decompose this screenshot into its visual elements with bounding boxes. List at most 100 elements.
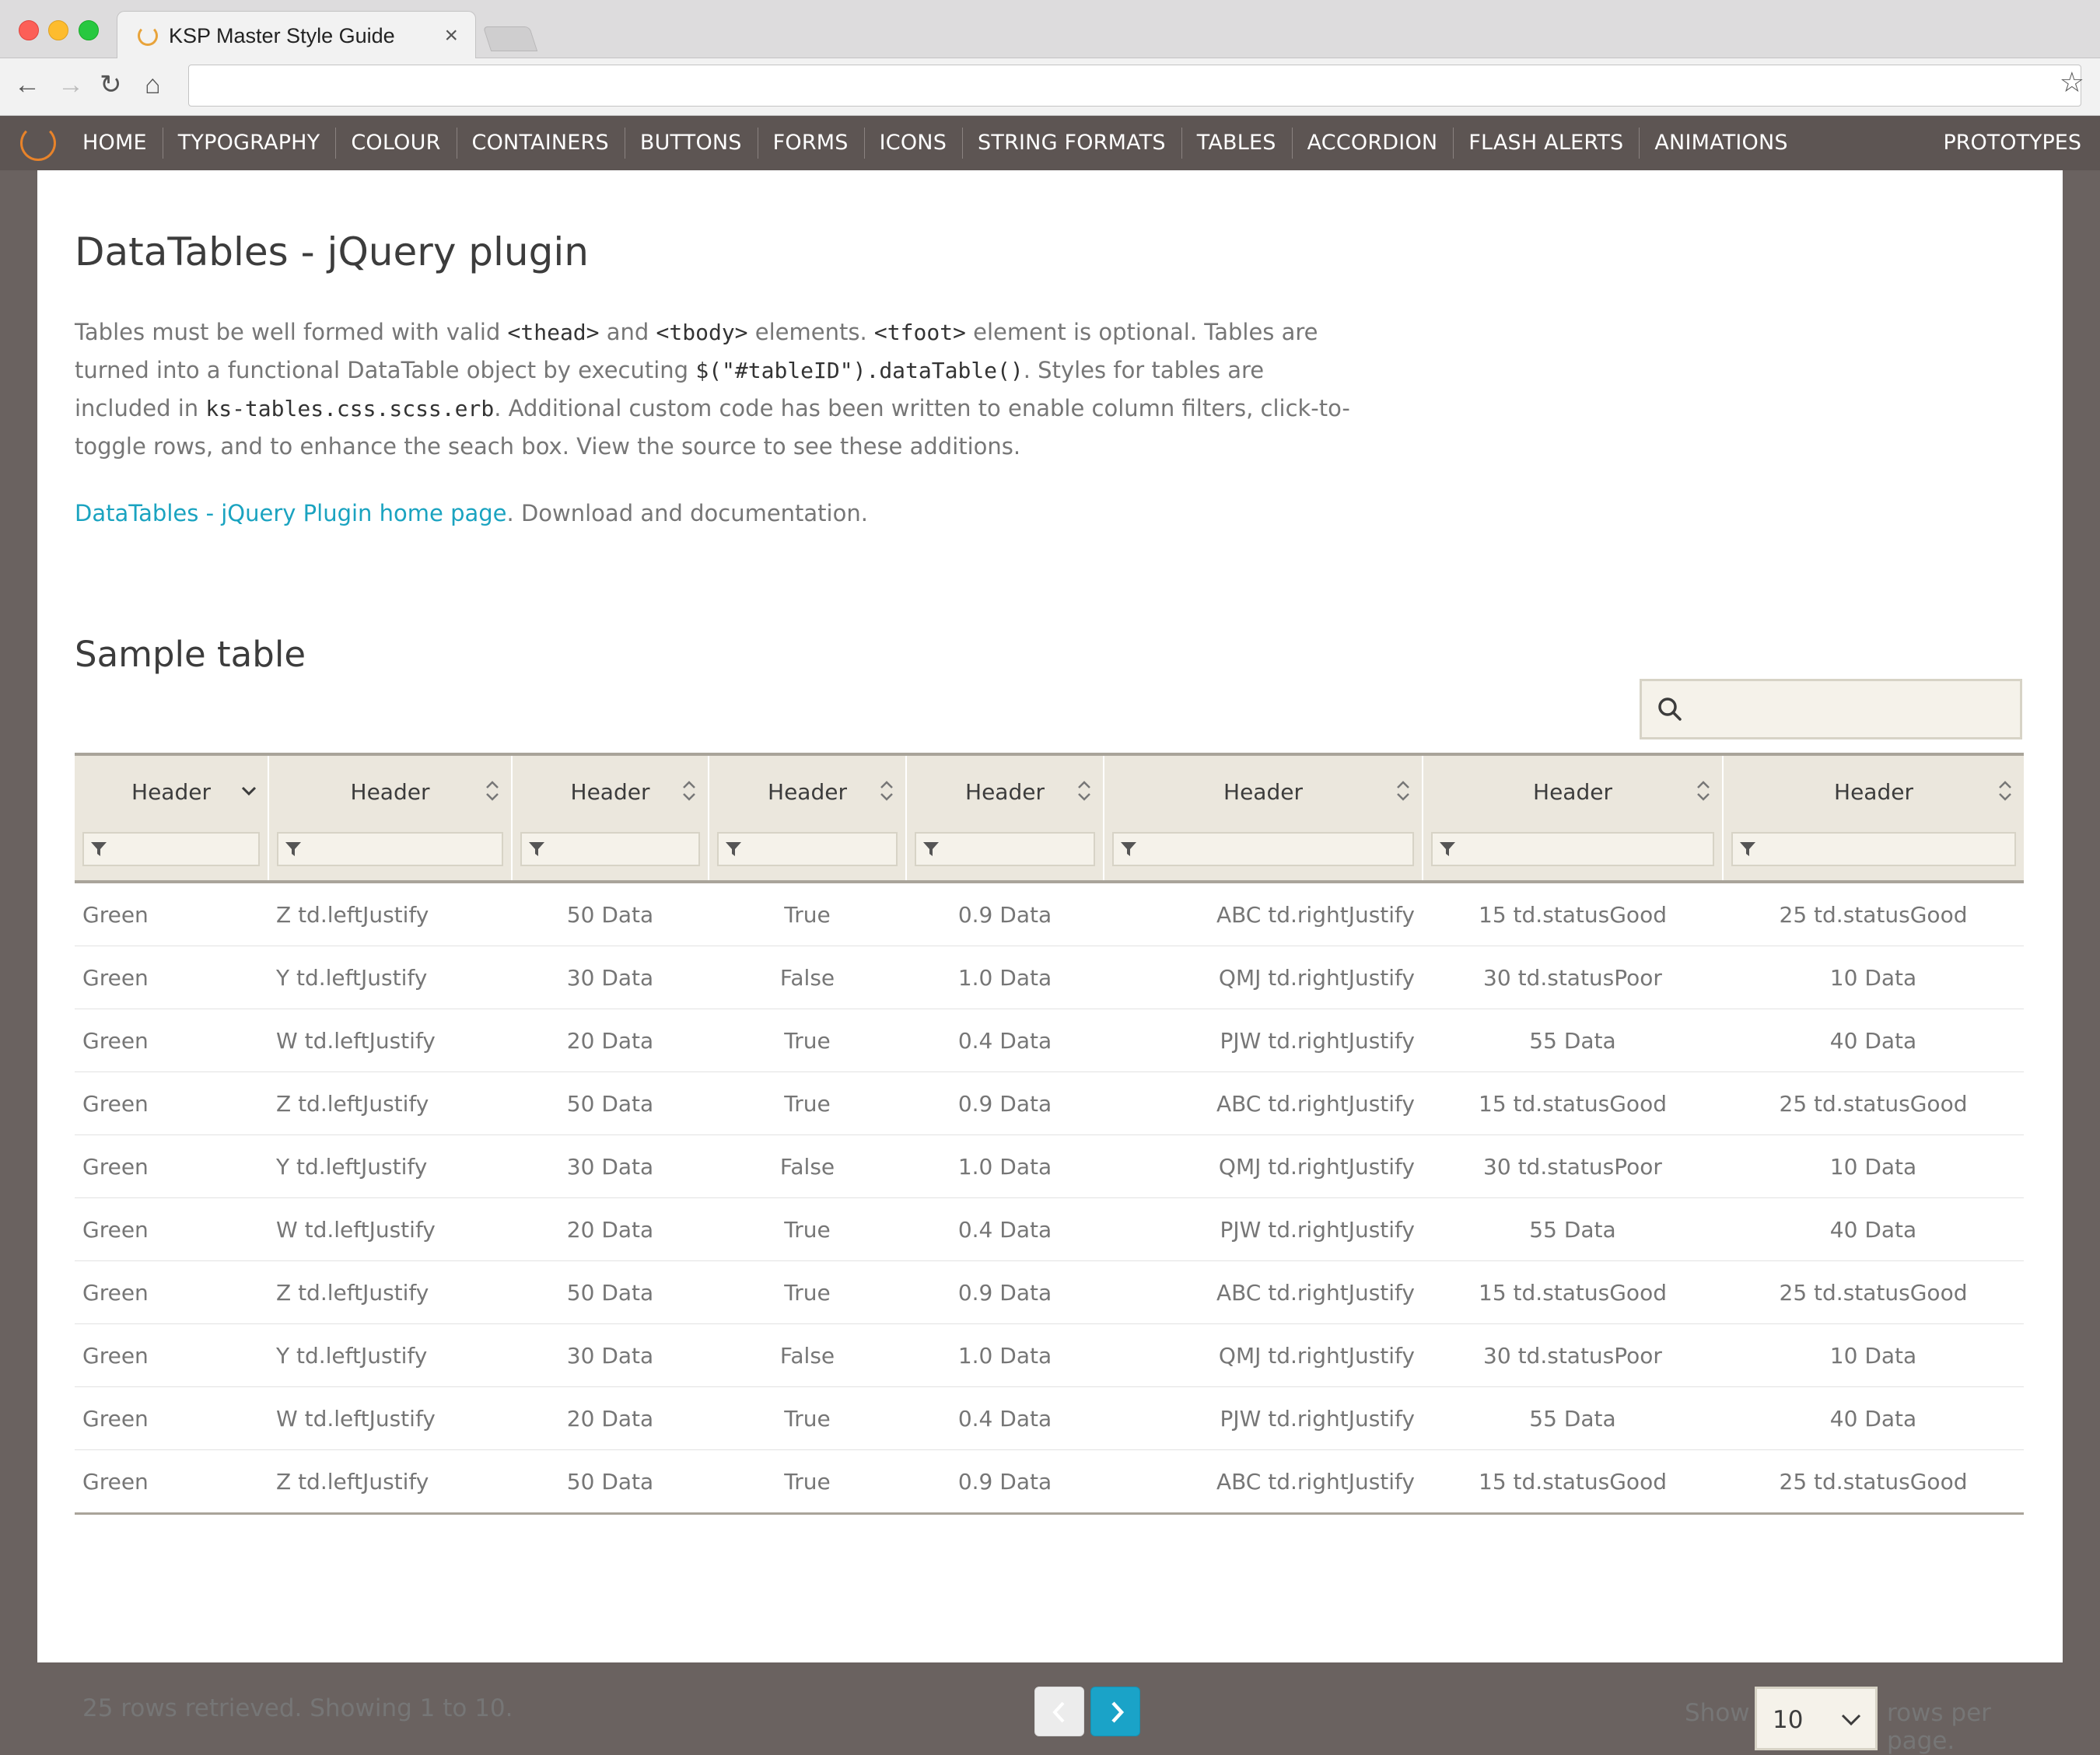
filter-icon (91, 842, 107, 856)
nav-link-string-formats[interactable]: STRING FORMATS (962, 116, 1181, 170)
table-cell: Z td.leftJustify (268, 1260, 512, 1324)
column-filter-input[interactable] (915, 832, 1095, 866)
table-cell: 30 Data (512, 1134, 709, 1198)
column-header[interactable]: Header (906, 753, 1104, 883)
column-filter-input[interactable] (82, 832, 260, 866)
home-icon[interactable]: ⌂ (145, 69, 161, 100)
nav-link-prototypes[interactable]: PROTOTYPES (1943, 116, 2081, 170)
table-row[interactable]: Green Y td.leftJustify 30 Data False 1.0 Dat… (75, 1323, 2024, 1387)
table-cell: 25 td.statusGood (1723, 882, 2024, 946)
table-row[interactable]: Green Z td.leftJustify 50 Data True 0.9 Data… (75, 1449, 2024, 1515)
nav-link-flash-alerts[interactable]: FLASH ALERTS (1453, 116, 1639, 170)
table-cell: ABC td.rightJustify (1104, 1260, 1423, 1324)
minimize-window-button[interactable] (48, 20, 68, 40)
nav-link-typography[interactable]: TYPOGRAPHY (162, 116, 336, 170)
code-stylesheet: ks-tables.css.scss.erb (205, 396, 495, 421)
table-cell: 30 Data (512, 1323, 709, 1387)
table-row[interactable]: Green W td.leftJustify 20 Data True 0.4 Data… (75, 1386, 2024, 1450)
previous-page-button[interactable] (1034, 1687, 1084, 1736)
table-row[interactable]: Green Z td.leftJustify 50 Data True 0.9 Data… (75, 882, 2024, 946)
table-cell: True (709, 882, 906, 946)
nav-link-animations[interactable]: ANIMATIONS (1639, 116, 1803, 170)
sort-icon[interactable] (1996, 778, 2014, 804)
nav-link-tables[interactable]: TABLES (1181, 116, 1292, 170)
table-cell: Y td.leftJustify (268, 1134, 512, 1198)
nav-link-icons[interactable]: ICONS (863, 116, 962, 170)
plugin-home-link[interactable]: DataTables - jQuery Plugin home page (75, 500, 507, 526)
column-filter-input[interactable] (1431, 832, 1714, 866)
column-filter-input[interactable] (520, 832, 700, 866)
table-cell: 1.0 Data (906, 1323, 1104, 1387)
table-row[interactable]: Green Y td.leftJustify 30 Data False 1.0 Dat… (75, 946, 2024, 1009)
column-header[interactable]: Header (75, 753, 269, 883)
table-cell: 40 Data (1723, 1009, 2024, 1072)
table-row[interactable]: Green Z td.leftJustify 50 Data True 0.9 Data… (75, 1260, 2024, 1324)
table-cell: 25 td.statusGood (1723, 1449, 2024, 1515)
table-cell: PJW td.rightJustify (1104, 1197, 1423, 1261)
bookmark-star-icon[interactable]: ☆ (2060, 66, 2084, 99)
table-cell: Green (75, 1197, 268, 1261)
table-cell: 1.0 Data (906, 1134, 1104, 1198)
table-cell: 30 Data (512, 946, 709, 1009)
column-filter-input[interactable] (277, 832, 503, 866)
column-filter-input[interactable] (717, 832, 898, 866)
table-cell: 40 Data (1723, 1386, 2024, 1450)
close-window-button[interactable] (19, 20, 39, 40)
table-cell: QMJ td.rightJustify (1104, 946, 1423, 1009)
page-description: Tables must be well formed with valid <t… (75, 313, 1350, 465)
sort-desc-icon[interactable] (240, 778, 258, 804)
sort-icon[interactable] (483, 778, 502, 804)
rows-per-page-value: 10 (1773, 1706, 1804, 1734)
table-cell: 50 Data (512, 882, 709, 946)
nav-link-accordion[interactable]: ACCORDION (1291, 116, 1454, 170)
sort-icon[interactable] (1394, 778, 1412, 804)
table-cell: 0.4 Data (906, 1197, 1104, 1261)
filter-icon (1440, 842, 1455, 856)
table-row[interactable]: Green Y td.leftJustify 30 Data False 1.0 Dat… (75, 1134, 2024, 1198)
next-page-button[interactable] (1090, 1687, 1140, 1736)
address-bar[interactable] (188, 65, 2081, 107)
filter-icon (285, 842, 301, 856)
table-row[interactable]: Green W td.leftJustify 20 Data True 0.4 Data… (75, 1197, 2024, 1261)
tab-close-icon[interactable]: × (444, 23, 458, 49)
tab-title: KSP Master Style Guide (169, 24, 395, 47)
rows-per-page-select[interactable]: 10 (1755, 1687, 1878, 1750)
sort-icon[interactable] (1075, 778, 1094, 804)
sort-icon[interactable] (680, 778, 698, 804)
back-arrow-icon[interactable]: ← (14, 69, 40, 100)
column-filter-input[interactable] (1112, 832, 1414, 866)
column-header[interactable]: Header (268, 753, 513, 883)
column-header[interactable]: Header (512, 753, 709, 883)
column-header[interactable]: Header (709, 753, 907, 883)
sort-icon[interactable] (877, 778, 896, 804)
table-cell: 50 Data (512, 1449, 709, 1515)
nav-link-colour[interactable]: COLOUR (335, 116, 456, 170)
table-cell: 55 Data (1423, 1386, 1723, 1450)
table-cell: QMJ td.rightJustify (1104, 1323, 1423, 1387)
code-tfoot: <tfoot> (873, 320, 966, 345)
new-tab-button[interactable] (482, 26, 538, 51)
table-search-input[interactable] (1640, 679, 2022, 739)
column-header-label: Header (768, 779, 847, 805)
table-cell: Z td.leftJustify (268, 882, 512, 946)
column-filter-input[interactable] (1731, 832, 2016, 866)
column-header[interactable]: Header (1723, 753, 2024, 883)
column-header[interactable]: Header (1423, 753, 1724, 883)
plugin-link-line: DataTables - jQuery Plugin home page. Do… (75, 500, 868, 526)
nav-link-forms[interactable]: FORMS (757, 116, 864, 170)
table-row[interactable]: Green Z td.leftJustify 50 Data True 0.9 Data… (75, 1072, 2024, 1135)
site-logo-icon[interactable] (20, 125, 56, 161)
browser-tab-active[interactable]: KSP Master Style Guide × (117, 11, 476, 59)
nav-link-home[interactable]: HOME (67, 116, 163, 170)
column-header[interactable]: Header (1104, 753, 1423, 883)
table-cell: Green (75, 1323, 268, 1387)
nav-link-buttons[interactable]: BUTTONS (624, 116, 758, 170)
table-row[interactable]: Green W td.leftJustify 20 Data True 0.4 Data… (75, 1009, 2024, 1072)
sort-icon[interactable] (1694, 778, 1713, 804)
maximize-window-button[interactable] (79, 20, 99, 40)
reload-icon[interactable]: ↻ (100, 69, 122, 100)
column-header-label: Header (131, 779, 211, 805)
nav-link-containers[interactable]: CONTAINERS (456, 116, 625, 170)
chevron-right-icon (1111, 1701, 1125, 1723)
forward-arrow-icon[interactable]: → (58, 69, 84, 100)
